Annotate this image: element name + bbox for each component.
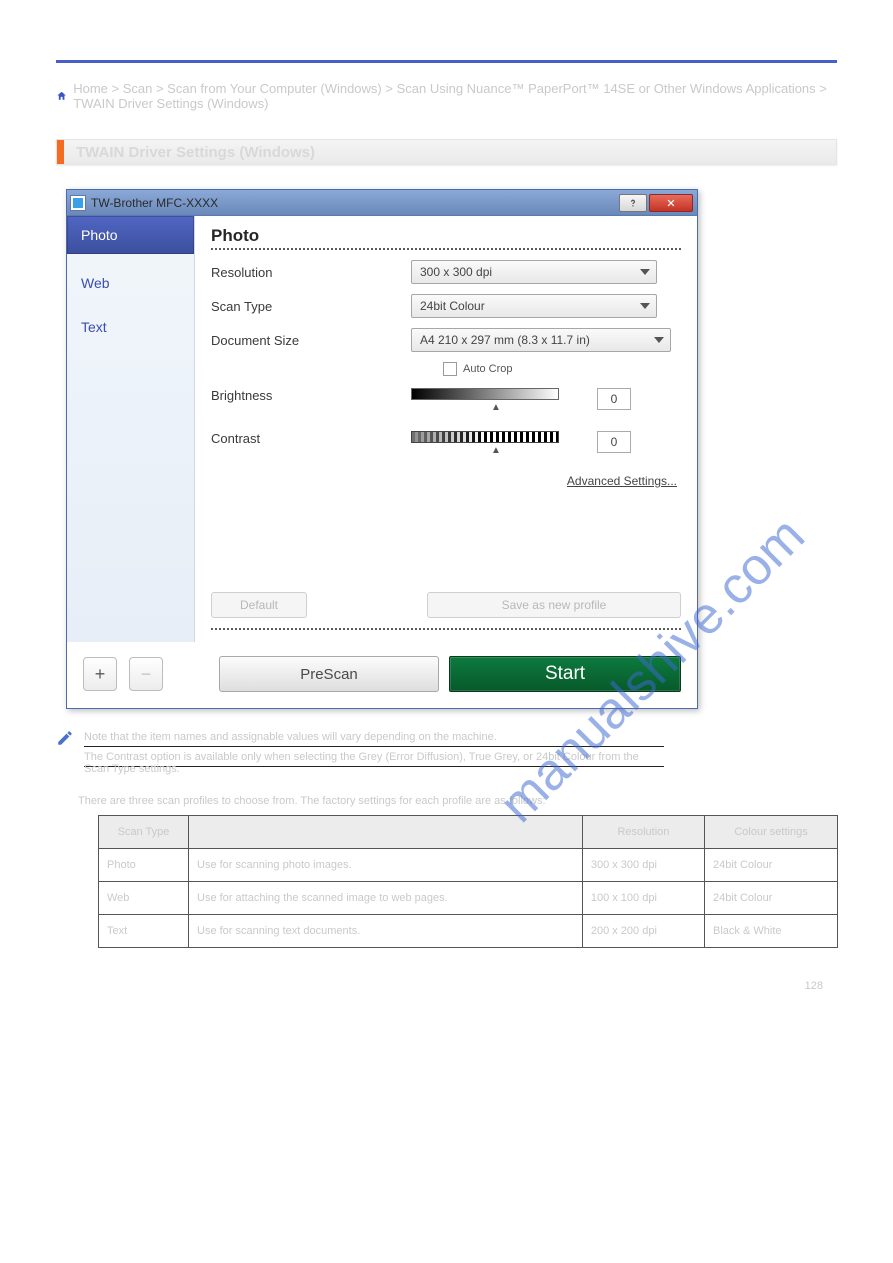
table-row: Photo Use for scanning photo images. 300…: [99, 849, 838, 882]
intro-text: There are three scan profiles to choose …: [78, 795, 837, 807]
help-icon: [628, 198, 638, 208]
default-button[interactable]: Default: [211, 592, 307, 618]
table-header: Colour settings: [705, 816, 838, 849]
divider: [211, 628, 681, 630]
table-row: Web Use for attaching the scanned image …: [99, 882, 838, 915]
scan-type-dropdown[interactable]: 24bit Colour: [411, 294, 657, 318]
document-size-value: A4 210 x 297 mm (8.3 x 11.7 in): [420, 333, 590, 347]
label-document-size: Document Size: [211, 333, 411, 348]
chevron-down-icon: [640, 303, 650, 309]
note-line-1: Note that the item names and assignable …: [84, 727, 664, 743]
twain-dialog: TW-Brother MFC-XXXX Photo Web Text Photo: [66, 189, 698, 709]
slider-thumb-icon: ▲: [411, 402, 581, 413]
tab-label: Text: [81, 319, 107, 335]
table-header-row: Scan Type Resolution Colour settings: [99, 816, 838, 849]
contrast-value[interactable]: 0: [597, 431, 631, 453]
scan-type-value: 24bit Colour: [420, 299, 485, 313]
breadcrumb-text: Home > Scan > Scan from Your Computer (W…: [73, 81, 837, 111]
chevron-down-icon: [640, 269, 650, 275]
chevron-down-icon: [654, 337, 664, 343]
label-auto-crop: Auto Crop: [463, 363, 513, 375]
label-contrast: Contrast: [211, 431, 411, 446]
prescan-button[interactable]: PreScan: [219, 656, 439, 692]
auto-crop-checkbox[interactable]: [443, 362, 457, 376]
window-title: TW-Brother MFC-XXXX: [91, 196, 218, 210]
tab-text[interactable]: Text: [67, 308, 194, 346]
titlebar[interactable]: TW-Brother MFC-XXXX: [67, 190, 697, 216]
breadcrumb: Home > Scan > Scan from Your Computer (W…: [56, 81, 837, 111]
save-profile-button[interactable]: Save as new profile: [427, 592, 681, 618]
table-row: Text Use for scanning text documents. 20…: [99, 915, 838, 948]
section-title: TWAIN Driver Settings (Windows): [76, 144, 315, 161]
brightness-value[interactable]: 0: [597, 388, 631, 410]
pencil-icon: [56, 729, 74, 747]
dialog-footer: + − PreScan Start: [67, 642, 697, 708]
advanced-settings-link[interactable]: Advanced Settings...: [211, 474, 677, 488]
table-header: [189, 816, 583, 849]
help-button[interactable]: [619, 194, 647, 212]
add-profile-button[interactable]: +: [83, 657, 117, 691]
remove-profile-button[interactable]: −: [129, 657, 163, 691]
slider-thumb-icon: ▲: [411, 445, 581, 456]
label-scan-type: Scan Type: [211, 299, 411, 314]
label-resolution: Resolution: [211, 265, 411, 280]
table-header: Scan Type: [99, 816, 189, 849]
note-line-2: The Contrast option is available only wh…: [84, 747, 664, 775]
tab-label: Web: [81, 275, 110, 291]
panel-heading: Photo: [211, 226, 681, 246]
brightness-slider[interactable]: [411, 388, 559, 400]
close-button[interactable]: [649, 194, 693, 212]
close-icon: [665, 198, 677, 208]
contrast-slider[interactable]: [411, 431, 559, 443]
sidebar: Photo Web Text: [67, 216, 195, 642]
factory-settings-table: Scan Type Resolution Colour settings Pho…: [98, 815, 838, 948]
document-size-dropdown[interactable]: A4 210 x 297 mm (8.3 x 11.7 in): [411, 328, 671, 352]
accent-bar: [57, 140, 64, 164]
home-icon: [56, 89, 67, 103]
table-header: Resolution: [582, 816, 704, 849]
section-header: TWAIN Driver Settings (Windows): [56, 139, 837, 165]
tab-web[interactable]: Web: [67, 264, 194, 302]
tab-photo[interactable]: Photo: [67, 216, 194, 254]
resolution-dropdown[interactable]: 300 x 300 dpi: [411, 260, 657, 284]
tab-label: Photo: [81, 227, 118, 243]
start-button[interactable]: Start: [449, 656, 681, 692]
divider: [211, 248, 681, 250]
note-block: Note that the item names and assignable …: [56, 727, 837, 767]
resolution-value: 300 x 300 dpi: [420, 265, 492, 279]
page-number: 128: [805, 980, 823, 992]
label-brightness: Brightness: [211, 388, 411, 403]
app-icon: [71, 196, 85, 210]
